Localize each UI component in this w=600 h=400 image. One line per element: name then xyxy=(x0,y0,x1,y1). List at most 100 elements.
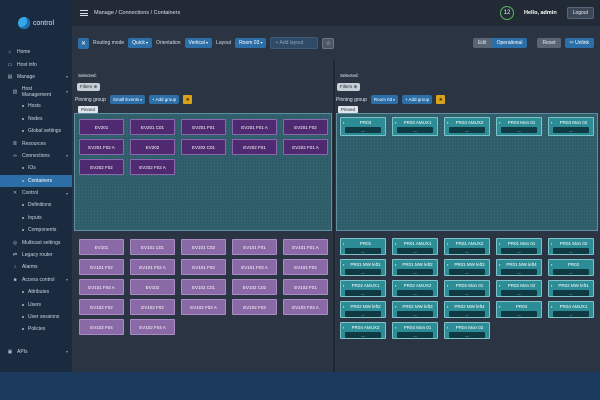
sidebar-item-inputs[interactable]: Inputs xyxy=(0,212,72,224)
sidebar-item-connections[interactable]: ∞ Connections xyxy=(0,150,72,162)
sidebar-item-alarms[interactable]: ♪ Alarms xyxy=(0,261,72,273)
layout-select[interactable]: Room 03 xyxy=(235,38,267,48)
container-card[interactable]: EV102 F02 xyxy=(79,299,124,315)
right-add-group-button[interactable]: + Add group xyxy=(401,95,433,104)
container-card[interactable]: EV101 xyxy=(79,239,124,255)
sidebar-item-hosts[interactable]: Hosts xyxy=(0,100,72,112)
container-card[interactable]: EV102 F02 xyxy=(130,299,175,315)
container-card[interactable]: ▪ PR03 Mon 01 — xyxy=(496,117,542,136)
container-card[interactable]: ▪ PR01 Mon 02 — xyxy=(548,238,594,255)
container-card[interactable]: EV102 F01 xyxy=(283,279,328,295)
left-pin-star-icon[interactable]: ★ xyxy=(183,95,193,104)
sidebar-item-home[interactable]: ⌂ Home xyxy=(0,46,72,58)
container-card[interactable]: ▪ PR04 AMUX2 — xyxy=(340,322,386,339)
container-card[interactable]: ▪ PR04 AMUX1 — xyxy=(548,301,594,318)
container-card[interactable]: EV102 F03 xyxy=(232,299,277,315)
container-card[interactable]: EV101 C01 xyxy=(130,239,175,255)
sidebar-item-control[interactable]: ✕ Control xyxy=(0,187,72,199)
right-pinning-select[interactable]: Room 03 xyxy=(370,95,398,104)
container-card[interactable]: EV201 F02 A xyxy=(79,139,124,155)
container-card[interactable]: ▪ PR01 AMUX2 — xyxy=(444,238,490,255)
sidebar-item-nodes[interactable]: Nodes xyxy=(0,113,72,125)
container-card[interactable]: ▪ PR02 — xyxy=(548,259,594,276)
left-filters-button[interactable]: Filters ⊕ xyxy=(77,83,101,91)
container-card[interactable]: EV102 F02 A xyxy=(181,299,226,315)
orientation-select[interactable]: Vertical xyxy=(184,38,213,48)
container-card[interactable]: ▪ PR01 — xyxy=(340,238,386,255)
routing-mode-select[interactable]: Quick xyxy=(128,38,153,48)
right-pin-star-icon[interactable]: ★ xyxy=(436,95,446,104)
left-add-group-button[interactable]: + Add group xyxy=(148,95,180,104)
container-card[interactable]: EV101 F01 xyxy=(232,239,277,255)
container-card[interactable]: EV202 C01 xyxy=(181,139,226,155)
container-card[interactable]: EV202 F01 xyxy=(232,139,277,155)
container-card[interactable]: ▪ PR03 Mon 02 — xyxy=(548,117,594,136)
sidebar-item-legacy-router[interactable]: ⇄ Legacy router xyxy=(0,249,72,261)
reset-button[interactable]: Reset xyxy=(537,38,561,48)
sidebar-item-attributes[interactable]: Attributes xyxy=(0,286,72,298)
container-card[interactable]: EV101 F02 A xyxy=(130,259,175,275)
container-card[interactable]: ▪ PR02 Mon 02 — xyxy=(496,280,542,297)
sidebar-item-ios[interactable]: IOs xyxy=(0,162,72,174)
sidebar-item-access-control[interactable]: ■ Access control xyxy=(0,274,72,286)
container-card[interactable]: ▪ PR01 MW left3 — xyxy=(444,259,490,276)
shuffle-icon[interactable]: ✕ xyxy=(78,37,89,49)
container-card[interactable]: EV201 F01 xyxy=(181,119,226,135)
container-card[interactable]: ▪ PR02 MW left3 — xyxy=(392,301,438,318)
container-card[interactable]: ▪ PR01 AMUX1 — xyxy=(392,238,438,255)
sidebar-item-resources[interactable]: ≣ Resources xyxy=(0,137,72,149)
container-card[interactable]: EV102 F04 A xyxy=(130,319,175,335)
container-card[interactable]: EV201 xyxy=(79,119,124,135)
container-card[interactable]: ▪ PR02 AMUX1 — xyxy=(340,280,386,297)
add-layout-input[interactable]: + Add layout xyxy=(270,37,319,49)
app-logo[interactable]: control xyxy=(0,0,72,46)
sidebar-item-containers[interactable]: Containers xyxy=(0,174,72,187)
container-card[interactable]: EV101 F02 xyxy=(79,259,124,275)
container-card[interactable]: EV202 xyxy=(130,139,175,155)
container-card[interactable]: EV101 F01 A xyxy=(283,239,328,255)
container-card[interactable]: ▪ PR03 AMUX1 — xyxy=(392,117,438,136)
sidebar-item-global-settings[interactable]: Global settings xyxy=(0,125,72,137)
sidebar-item-definitions[interactable]: Definitions xyxy=(0,199,72,211)
container-card[interactable]: EV102 xyxy=(130,279,175,295)
sidebar-item-apis[interactable]: ▣ APIs xyxy=(0,346,72,358)
sidebar-item-multicast-settings[interactable]: ◎ Multicast settings xyxy=(0,236,72,248)
notification-badge[interactable]: 12 xyxy=(500,6,514,20)
container-card[interactable]: ▪ PR01 MW left4 — xyxy=(496,259,542,276)
unlink-button[interactable]: ✂ Unlink xyxy=(564,38,594,48)
operational-mode-button[interactable]: Operational xyxy=(491,38,528,48)
left-pinning-select[interactable]: Small Events xyxy=(109,95,145,104)
logout-button[interactable]: Logout xyxy=(566,7,594,19)
container-card[interactable]: EV102 C02 xyxy=(232,279,277,295)
container-card[interactable]: ▪ PR02 MW left2 — xyxy=(340,301,386,318)
container-card[interactable]: EV102 F03 A xyxy=(283,299,328,315)
container-card[interactable]: ▪ PR03 — xyxy=(340,117,386,136)
container-card[interactable]: ▪ PR02 MW left4 — xyxy=(444,301,490,318)
container-card[interactable]: EV201 C01 xyxy=(130,119,175,135)
sidebar-item-user-sessions[interactable]: User sessions xyxy=(0,311,72,323)
sidebar-item-policies[interactable]: Policies xyxy=(0,323,72,335)
container-card[interactable]: EV202 F02 A xyxy=(130,159,175,175)
container-card[interactable]: ▪ PR04 — xyxy=(496,301,542,318)
container-card[interactable]: ▪ PR01 MW left2 — xyxy=(392,259,438,276)
container-card[interactable]: EV201 F01 A xyxy=(232,119,277,135)
container-card[interactable]: ▪ PR04 Mon 01 — xyxy=(392,322,438,339)
container-card[interactable]: EV202 F02 xyxy=(79,159,124,175)
right-filters-button[interactable]: Filters ⊕ xyxy=(337,83,361,91)
sidebar-item-components[interactable]: Components xyxy=(0,224,72,236)
sidebar-item-host-info[interactable]: ▭ Host info xyxy=(0,58,72,70)
container-card[interactable]: EV101 C02 xyxy=(181,239,226,255)
hamburger-menu-icon[interactable] xyxy=(80,9,88,17)
container-card[interactable]: EV101 F04 A xyxy=(79,279,124,295)
container-card[interactable]: EV101 F03 xyxy=(181,259,226,275)
container-card[interactable]: ▪ PR01 MW left1 — xyxy=(340,259,386,276)
container-card[interactable]: EV101 F03 A xyxy=(232,259,277,275)
favorite-star-icon[interactable]: ☆ xyxy=(322,37,335,49)
container-card[interactable]: EV102 C01 xyxy=(181,279,226,295)
container-card[interactable]: ▪ PR03 AMUX2 — xyxy=(444,117,490,136)
edit-mode-button[interactable]: Edit xyxy=(472,38,492,48)
container-card[interactable]: ▪ PR02 AMUX2 — xyxy=(392,280,438,297)
container-card[interactable]: EV101 F04 xyxy=(283,259,328,275)
container-card[interactable]: ▪ PR02 MW left1 — xyxy=(548,280,594,297)
sidebar-item-users[interactable]: Users xyxy=(0,298,72,310)
